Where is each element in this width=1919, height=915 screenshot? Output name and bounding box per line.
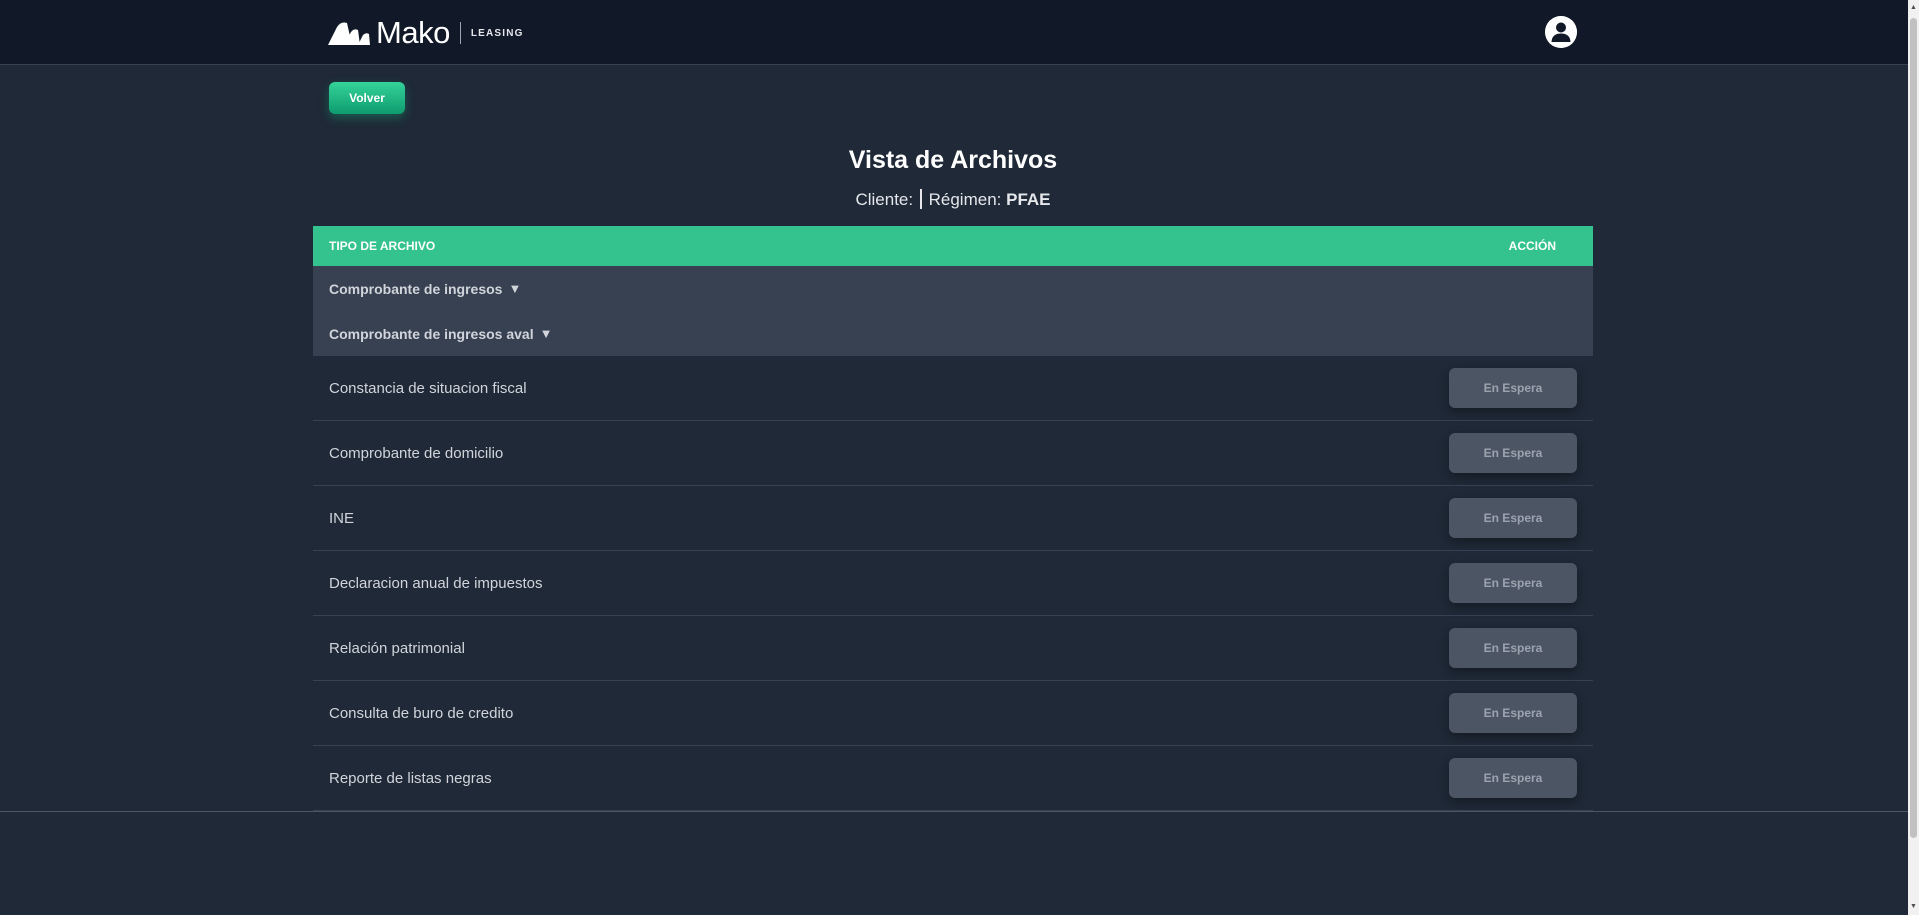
column-header-action: ACCIÓN xyxy=(1508,239,1556,253)
vertical-scrollbar[interactable]: ▲ ▼ xyxy=(1908,0,1919,915)
file-type-label: Constancia de situacion fiscal xyxy=(329,379,527,397)
caret-down-icon: ▼ xyxy=(539,326,553,341)
file-type-label: INE xyxy=(329,509,355,527)
file-type-label: Comprobante de domicilio xyxy=(329,444,504,462)
page-title: Vista de Archivos xyxy=(848,146,1058,174)
table-row: Declaracion anual de impuestos En Espera xyxy=(313,551,1593,616)
status-button[interactable]: En Espera xyxy=(1449,758,1577,798)
regimen-label: Régimen: xyxy=(928,190,1002,209)
table-row: Relación patrimonial En Espera xyxy=(313,616,1593,681)
client-info: Cliente: Régimen: PFAE xyxy=(313,189,1593,210)
status-button[interactable]: En Espera xyxy=(1449,693,1577,733)
file-type-label: Relación patrimonial xyxy=(329,639,465,657)
status-button[interactable]: En Espera xyxy=(1449,368,1577,408)
brand-divider xyxy=(459,22,461,44)
regimen-value: PFAE xyxy=(1006,190,1051,209)
main-content: Volver Vista de Archivos Cliente: Régimen… xyxy=(313,65,1593,811)
caret-down-icon: ▼ xyxy=(508,281,522,296)
brand-logo[interactable]: Mako LEASING xyxy=(328,15,524,50)
table-row: Consulta de buro de credito En Espera xyxy=(313,681,1593,746)
group-label: Comprobante de ingresos aval xyxy=(329,325,534,342)
status-button[interactable]: En Espera xyxy=(1449,498,1577,538)
status-button[interactable]: En Espera xyxy=(1449,563,1577,603)
group-label: Comprobante de ingresos xyxy=(329,280,503,297)
group-row-comprobante-ingresos[interactable]: Comprobante de ingresos ▼ xyxy=(313,266,1593,311)
brand-subtitle: LEASING xyxy=(470,27,524,39)
files-table: TIPO DE ARCHIVO ACCIÓN Comprobante de in… xyxy=(313,226,1593,811)
scroll-up-arrow-icon[interactable]: ▲ xyxy=(1908,2,1919,14)
client-label: Cliente: xyxy=(855,190,914,209)
text-cursor xyxy=(920,189,922,209)
group-row-comprobante-ingresos-aval[interactable]: Comprobante de ingresos aval ▼ xyxy=(313,311,1593,356)
table-row: INE En Espera xyxy=(313,486,1593,551)
table-row: Reporte de listas negras En Espera xyxy=(313,746,1593,811)
table-header: TIPO DE ARCHIVO ACCIÓN xyxy=(313,226,1593,266)
file-type-label: Consulta de buro de credito xyxy=(329,704,514,722)
footer-divider xyxy=(0,811,1908,812)
mako-logo-icon xyxy=(328,22,370,45)
scroll-down-arrow-icon[interactable]: ▼ xyxy=(1908,901,1919,913)
scrollbar-thumb[interactable] xyxy=(1910,18,1917,838)
table-row: Constancia de situacion fiscal En Espera xyxy=(313,356,1593,421)
brand-name: Mako xyxy=(376,15,450,50)
status-button[interactable]: En Espera xyxy=(1449,433,1577,473)
file-type-label: Reporte de listas negras xyxy=(329,769,492,787)
status-button[interactable]: En Espera xyxy=(1449,628,1577,668)
top-navbar: Mako LEASING xyxy=(0,0,1908,65)
user-icon[interactable] xyxy=(1545,16,1577,48)
back-button[interactable]: Volver xyxy=(329,82,405,114)
column-header-type: TIPO DE ARCHIVO xyxy=(329,239,436,253)
file-type-label: Declaracion anual de impuestos xyxy=(329,574,543,592)
table-row: Comprobante de domicilio En Espera xyxy=(313,421,1593,486)
